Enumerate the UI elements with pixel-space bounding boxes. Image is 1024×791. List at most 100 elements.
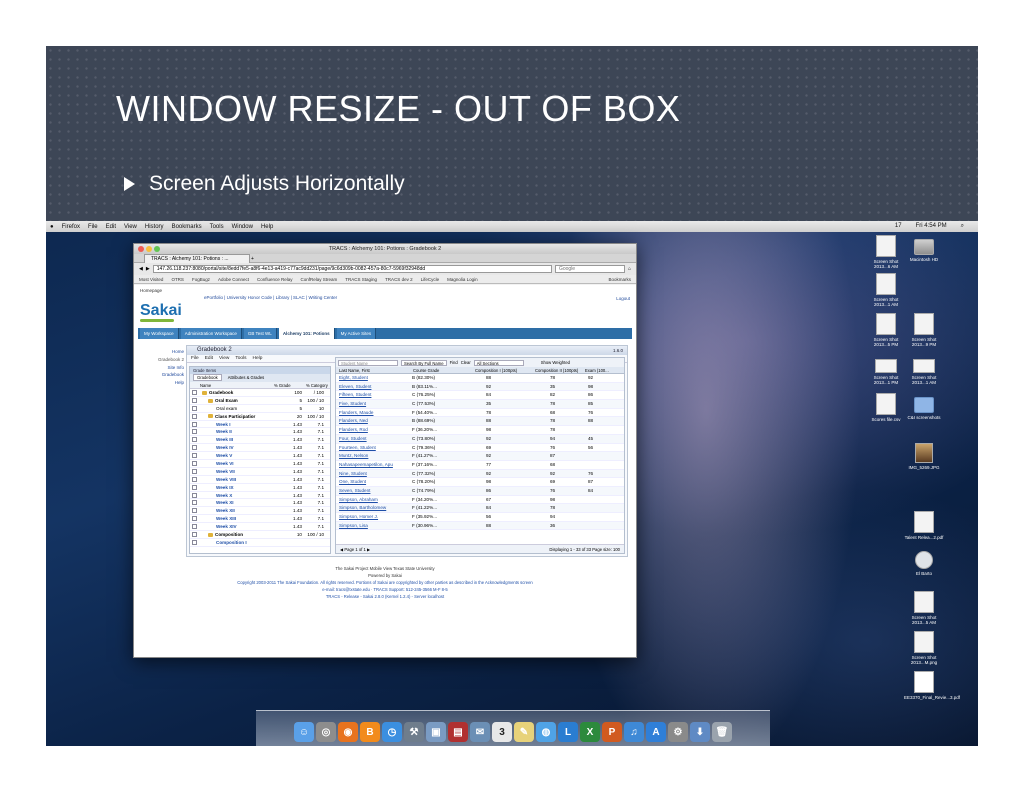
close-window-icon[interactable]: [138, 246, 144, 252]
site-tab[interactable]: My Active Sites: [336, 328, 377, 339]
menubar-item[interactable]: File: [88, 224, 98, 230]
bookmark-item[interactable]: TRACS dev 2: [385, 277, 413, 282]
student-name-link[interactable]: Eight, Student: [336, 374, 410, 382]
tree-row[interactable]: Week VII 1.43 7.1: [190, 468, 330, 476]
row-checkbox[interactable]: [192, 405, 197, 411]
mail-icon[interactable]: ✉: [470, 722, 490, 742]
table-row[interactable]: Five, Student C (77.53%) 35 78 85: [336, 400, 624, 409]
tree-row[interactable]: Week I 1.43 7.1: [190, 421, 330, 429]
student-name-link[interactable]: Flanders, Ned: [336, 417, 410, 425]
table-row[interactable]: One, Student C (78.20%) 98 69 87: [336, 478, 624, 487]
tree-row[interactable]: Week IX 1.43 7.1: [190, 484, 330, 492]
find-button[interactable]: Find: [450, 360, 458, 365]
table-row[interactable]: Seven, Student C (74.79%) 86 76 84: [336, 486, 624, 496]
tree-column-header[interactable]: % Grade: [272, 382, 304, 388]
trash-icon[interactable]: 🗑: [712, 722, 732, 742]
back-icon[interactable]: ◀: [139, 266, 143, 272]
student-name-search[interactable]: Student Name: [338, 359, 398, 366]
table-row[interactable]: Simpson, Abraham F (34.20%... 67 98: [336, 496, 624, 505]
footer-links[interactable]: The Sakai Project Mobile View Texas Stat…: [134, 565, 636, 572]
system-preferences-icon[interactable]: ⚙: [668, 722, 688, 742]
minimize-window-icon[interactable]: [146, 246, 152, 252]
gradebook-menu-item[interactable]: File: [191, 356, 199, 361]
home-icon[interactable]: ⌂: [628, 266, 631, 272]
tree-row[interactable]: Week II 1.43 7.1: [190, 428, 330, 437]
student-name-link[interactable]: Simpson, Abraham: [336, 496, 410, 504]
bookmark-item[interactable]: OTRS: [171, 277, 184, 282]
tree-row[interactable]: Composition I: [190, 539, 330, 547]
gradebook-menu-item[interactable]: Help: [253, 356, 263, 361]
table-row[interactable]: Eleven, Student B (83.11%... 92 35 98: [336, 382, 624, 392]
gradebook-menu-item[interactable]: Tools: [235, 356, 246, 361]
row-checkbox[interactable]: [192, 437, 197, 443]
finder-icon[interactable]: ☺: [294, 722, 314, 742]
desktop-icon[interactable]: Scores file.csv: [866, 393, 906, 422]
grid-column-header[interactable]: Composition II (100pts): [532, 367, 582, 373]
student-name-link[interactable]: One, Student: [336, 478, 410, 486]
search-by-select[interactable]: Search By Full Name: [401, 359, 447, 366]
site-tab[interactable]: My Workspace: [140, 328, 179, 339]
desktop-icon[interactable]: Screen Shot 2013...9 PM: [904, 313, 944, 347]
bookmark-item[interactable]: Most Visited: [139, 277, 163, 282]
row-checkbox[interactable]: [192, 453, 197, 459]
show-weighted-toggle[interactable]: Show Weighted: [541, 360, 570, 365]
tree-row[interactable]: Week XIV 1.43 7.1: [190, 523, 330, 532]
row-checkbox[interactable]: [192, 476, 197, 482]
bookmark-item[interactable]: TRACS Staging: [345, 277, 377, 282]
forward-icon[interactable]: ▶: [146, 266, 150, 272]
row-checkbox[interactable]: [192, 524, 197, 530]
bookmark-item[interactable]: ConfRelay Stream: [301, 277, 338, 282]
table-row[interactable]: Eight, Student B (82.30%) 88 78 92: [336, 374, 624, 383]
menubar-item[interactable]: Tools: [210, 224, 224, 230]
top-links[interactable]: ePortfolio | University Honor Code | Lib…: [204, 295, 337, 300]
tree-row[interactable]: Week V 1.43 7.1: [190, 452, 330, 461]
preview-icon[interactable]: ▣: [426, 722, 446, 742]
messages-icon[interactable]: ◍: [536, 722, 556, 742]
photo-booth-icon[interactable]: ▤: [448, 722, 468, 742]
table-row[interactable]: Fifteen, Student C (76.25%) 84 82 86: [336, 391, 624, 401]
menubar-item[interactable]: Firefox: [62, 224, 80, 230]
tree-row[interactable]: Week III 1.43 7.1: [190, 436, 330, 445]
site-tab[interactable]: GB Test WL: [243, 328, 277, 339]
table-row[interactable]: Fourteen, Student C (79.36%) 69 76 56: [336, 444, 624, 453]
desktop-icon[interactable]: El Barto: [904, 551, 944, 576]
tool-menu-item[interactable]: Gradebook: [148, 371, 184, 379]
tree-row[interactable]: Week X 1.43 7.1: [190, 492, 330, 500]
menubar-item[interactable]: Bookmarks: [172, 224, 202, 230]
row-checkbox[interactable]: [192, 445, 197, 451]
grid-column-header[interactable]: Composition I (100pts): [472, 367, 532, 373]
pager-controls[interactable]: ◀ Page 1 of 1 ▶: [340, 547, 370, 552]
site-tab[interactable]: Alchemy 101: Potions: [278, 328, 335, 339]
table-row[interactable]: Nine, Student C (77.32%) 92 92 76: [336, 469, 624, 479]
launchpad-icon[interactable]: ◎: [316, 722, 336, 742]
menubar-item[interactable]: View: [124, 224, 137, 230]
table-row[interactable]: Four, Student C (73.80%) 92 94 45: [336, 434, 624, 444]
table-row[interactable]: Flanders, Rod F (36.20%... 98 78: [336, 426, 624, 435]
tree-row[interactable]: Gradebook 100 / 100: [190, 389, 330, 397]
powerpoint-icon[interactable]: P: [602, 722, 622, 742]
student-name-link[interactable]: Seven, Student: [336, 487, 410, 495]
row-checkbox[interactable]: [192, 516, 197, 522]
search-input[interactable]: [554, 265, 625, 273]
spotlight-icon[interactable]: ⌕: [961, 223, 964, 230]
new-tab-icon[interactable]: +: [251, 256, 254, 262]
tree-row[interactable]: Week VIII 1.43 7.1: [190, 476, 330, 484]
firefox-icon[interactable]: ◉: [338, 722, 358, 742]
row-checkbox[interactable]: [192, 397, 197, 403]
lync-icon[interactable]: L: [558, 722, 578, 742]
row-checkbox[interactable]: [192, 421, 197, 427]
table-row[interactable]: Simpson, Lisa F (30.96%... 88 36: [336, 521, 624, 531]
student-name-link[interactable]: Fourteen, Student: [336, 444, 410, 452]
table-row[interactable]: Simpson, Homer J. F (35.92%... 56 94: [336, 513, 624, 522]
page-number[interactable]: 1: [355, 547, 357, 552]
desktop-icon[interactable]: Screen Shot 2013...1 AM: [904, 353, 944, 385]
gradebook-menu-item[interactable]: Edit: [205, 356, 213, 361]
grid-column-header[interactable]: Exam (100...: [582, 367, 622, 373]
row-checkbox[interactable]: [192, 413, 197, 419]
bookmark-item[interactable]: Magnolia Login: [447, 277, 478, 282]
calendar-icon[interactable]: 3: [492, 722, 512, 742]
table-row[interactable]: Nahasapeemapetilon, Apu F (37.16%... 77 68: [336, 461, 624, 470]
table-row[interactable]: Muntz, Nelson F (41.27%... 92 87: [336, 452, 624, 461]
row-checkbox[interactable]: [192, 492, 197, 498]
tree-row[interactable]: Composition 10 100 / 10: [190, 531, 330, 539]
